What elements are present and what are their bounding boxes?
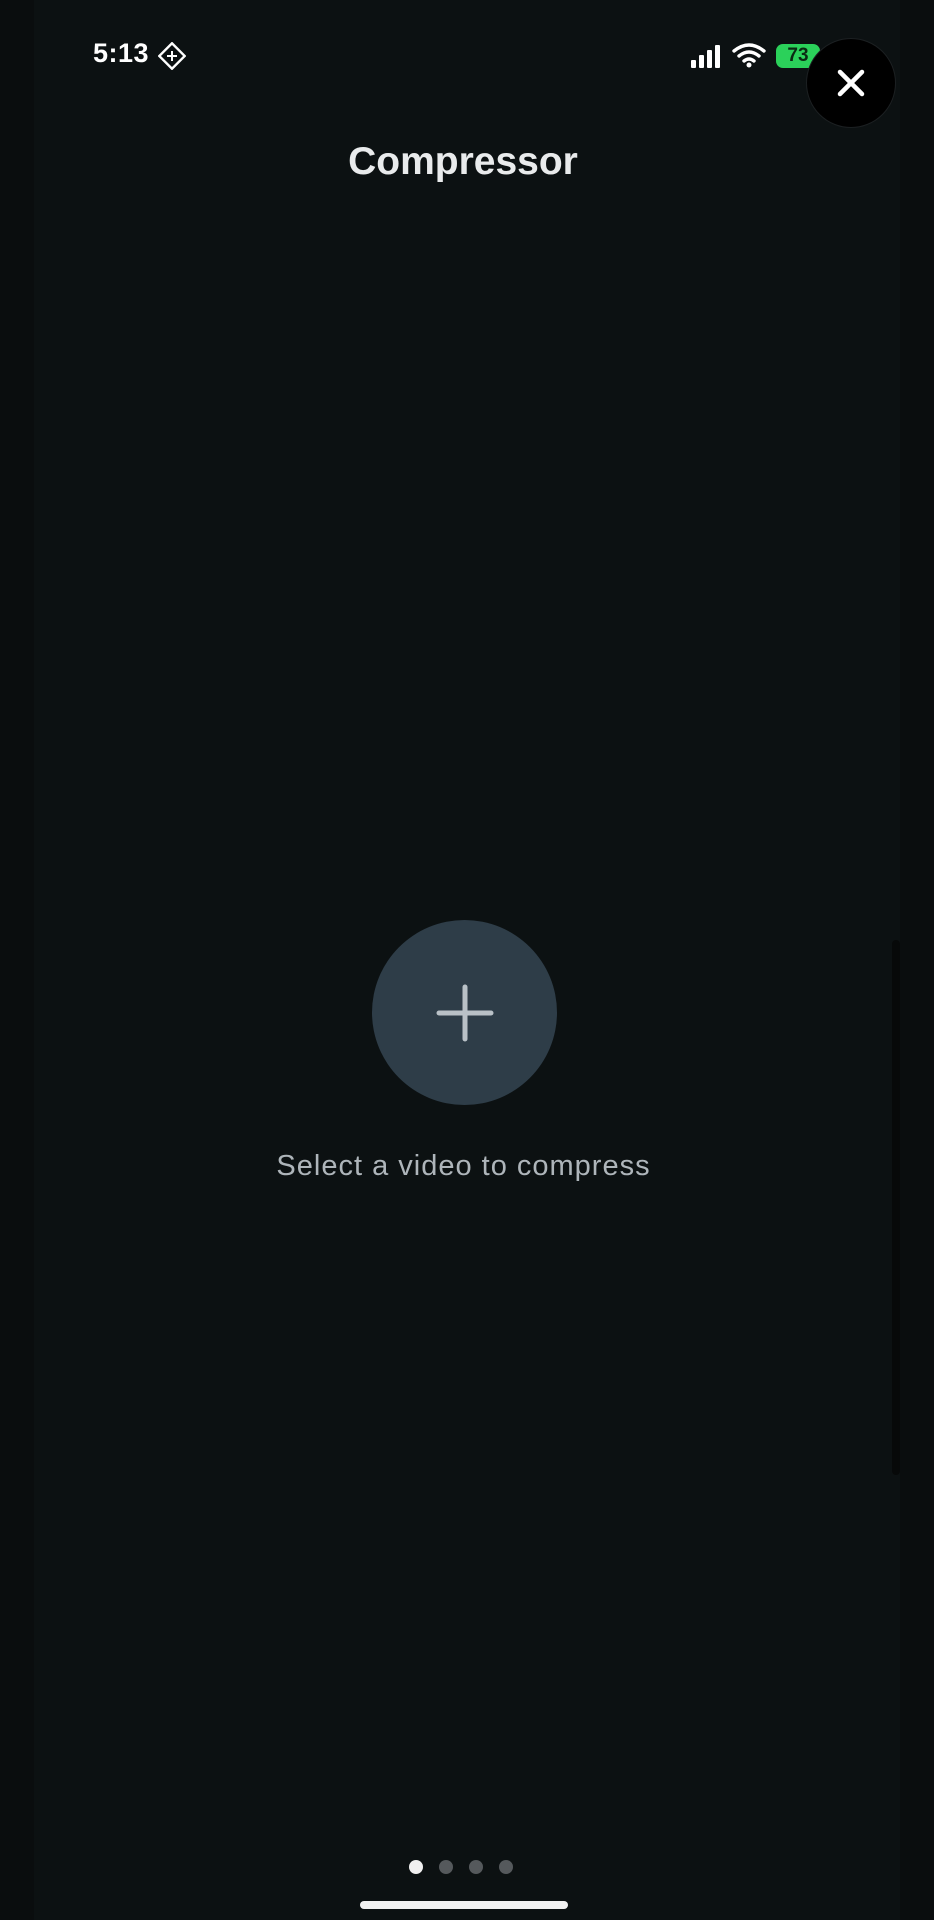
cellular-signal-icon bbox=[691, 45, 720, 68]
wifi-icon bbox=[732, 43, 766, 68]
home-indicator[interactable] bbox=[360, 1901, 568, 1909]
page-dot-active[interactable] bbox=[409, 1860, 423, 1874]
select-video-prompt: Select a video to compress bbox=[276, 1150, 651, 1182]
close-button[interactable] bbox=[806, 38, 896, 128]
left-edge-shadow bbox=[0, 0, 34, 1920]
page-dot[interactable] bbox=[439, 1860, 453, 1874]
status-time: 5:13 bbox=[93, 38, 150, 68]
status-bar: 5:13 73 bbox=[0, 0, 934, 110]
page-dot[interactable] bbox=[499, 1860, 513, 1874]
plus-icon bbox=[436, 984, 493, 1041]
app-screen: 5:13 73 Compressor Select a video to com… bbox=[0, 0, 934, 1920]
page-indicator bbox=[409, 1860, 513, 1876]
close-icon bbox=[837, 69, 865, 97]
scroll-edge bbox=[892, 940, 900, 1475]
add-video-button[interactable] bbox=[372, 920, 557, 1105]
page-title: Compressor bbox=[348, 140, 578, 183]
right-edge-shadow bbox=[900, 0, 934, 1920]
app-indicator-icon bbox=[158, 42, 186, 70]
page-dot[interactable] bbox=[469, 1860, 483, 1874]
